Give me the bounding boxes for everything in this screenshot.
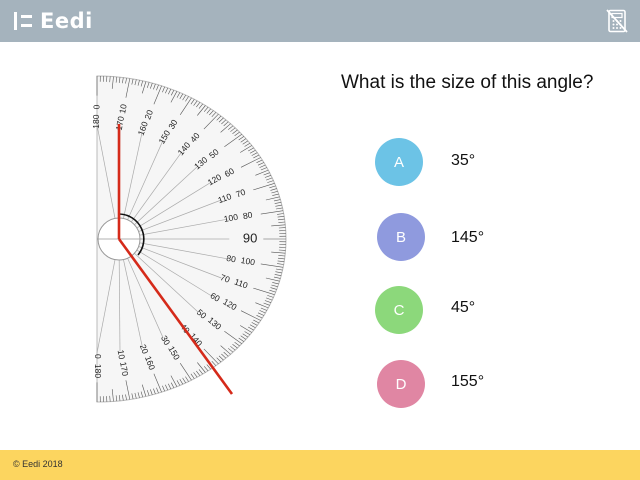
no-calculator-icon (606, 9, 628, 33)
option-a-answer: 35° (451, 152, 476, 169)
brand-name: Eedi (40, 9, 93, 33)
option-b-button[interactable]: B (377, 213, 425, 261)
protractor-inner-label: 180 (91, 114, 101, 128)
option-a-letter: A (393, 153, 404, 171)
question-text: What is the size of this angle? (341, 72, 594, 93)
protractor-outer-label: 80 (242, 210, 253, 222)
copyright-text: © Eedi 2018 (13, 459, 63, 469)
protractor-outer-label: 180 (93, 364, 103, 378)
protractor-inner-label: 80 (226, 253, 237, 265)
option-b-letter: B (395, 228, 406, 246)
footer-bar: © Eedi 2018 (0, 450, 640, 480)
option-d-button[interactable]: D (377, 360, 425, 408)
option-c-answer: 45° (451, 299, 476, 316)
eedi-logo[interactable]: Eedi (14, 8, 93, 34)
option-a-button[interactable]: A (375, 138, 423, 186)
protractor-outer-label: 90 (243, 230, 257, 245)
protractor-outer-label: 10 (117, 103, 129, 114)
protractor-diagram: 01801017020160 30150 40140 5013060120701108… (91, 75, 287, 403)
header-bar: Eedi (0, 0, 640, 42)
option-c-letter: C (393, 301, 405, 319)
protractor-inner-label: 0 (93, 354, 103, 359)
eedi-logo-icon (14, 12, 32, 30)
option-d-answer: 155° (451, 373, 485, 390)
protractor-inner-label: 10 (116, 349, 128, 360)
option-c-button[interactable]: C (375, 286, 423, 334)
protractor-outer-label: 0 (91, 104, 101, 109)
option-b-answer: 145° (451, 229, 485, 246)
option-d-letter: D (395, 375, 407, 393)
